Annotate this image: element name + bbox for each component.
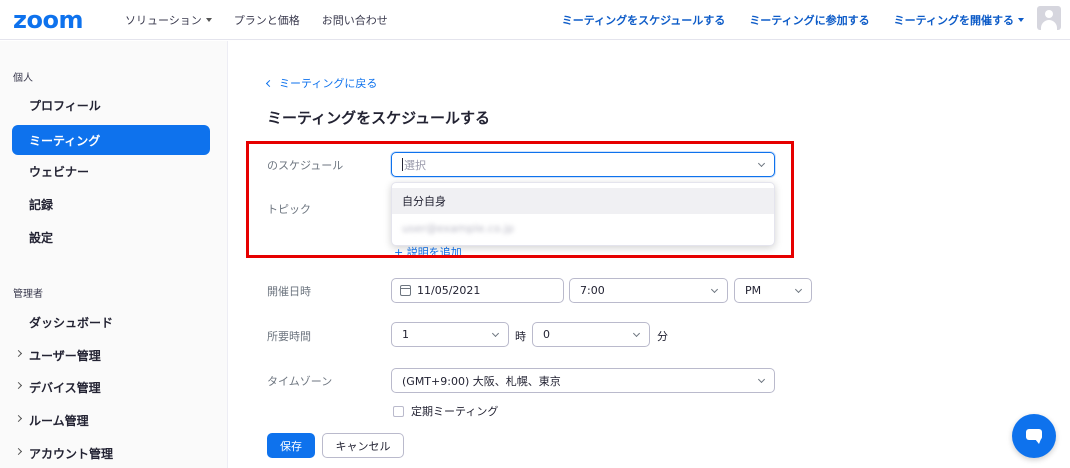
back-to-meetings-link[interactable]: ミーティングに戻る bbox=[265, 75, 378, 91]
recurring-checkbox[interactable] bbox=[393, 406, 404, 417]
back-link-label: ミーティングに戻る bbox=[279, 77, 378, 90]
avatar[interactable] bbox=[1037, 6, 1061, 30]
timezone-select[interactable]: (GMT+9:00) 大阪、札幌、東京 bbox=[391, 368, 775, 393]
chevron-down-icon bbox=[757, 375, 766, 384]
chevron-down-icon bbox=[710, 285, 719, 294]
nav-contact[interactable]: お問い合わせ bbox=[322, 12, 388, 28]
minutes-unit: 分 bbox=[657, 330, 668, 343]
caret-down-icon bbox=[205, 18, 212, 22]
recurring-label: 定期ミーティング bbox=[411, 405, 499, 418]
chevron-right-icon bbox=[14, 447, 23, 456]
nav-solutions-label: ソリューション bbox=[125, 14, 202, 27]
hours-unit: 時 bbox=[515, 330, 526, 343]
nav-left: ソリューション プランと価格 お問い合わせ bbox=[125, 0, 410, 40]
duration-minutes-value: 0 bbox=[543, 328, 550, 341]
sidebar-item-recordings[interactable]: 記録 bbox=[12, 189, 210, 219]
duration-label: 所要時間 bbox=[267, 330, 311, 343]
sidebar-item-label: ユーザー管理 bbox=[29, 348, 101, 363]
sidebar-item-device-management[interactable]: デバイス管理 bbox=[12, 372, 210, 402]
caret-down-icon bbox=[1018, 18, 1024, 22]
chat-button[interactable] bbox=[1012, 414, 1056, 458]
duration-minutes-select[interactable]: 0 bbox=[532, 322, 650, 347]
duration-hours-value: 1 bbox=[402, 328, 409, 341]
avatar-body-icon bbox=[1041, 20, 1057, 30]
main-content: ミーティングに戻る ミーティングをスケジュールする のスケジュール 選択 トピッ… bbox=[229, 41, 1070, 468]
nav-pricing[interactable]: プランと価格 bbox=[234, 12, 300, 28]
chevron-left-icon bbox=[265, 79, 274, 87]
sidebar-section-personal: 個人 bbox=[13, 73, 33, 84]
duration-hours-select[interactable]: 1 bbox=[391, 322, 509, 347]
sidebar-item-user-management[interactable]: ユーザー管理 bbox=[12, 340, 210, 370]
avatar-head-icon bbox=[1045, 10, 1053, 18]
nav-host-meeting[interactable]: ミーティングを開催する bbox=[894, 12, 1024, 28]
sidebar-section-admin: 管理者 bbox=[13, 289, 43, 300]
sidebar-item-label: アカウント管理 bbox=[29, 446, 114, 461]
nav-schedule-meeting[interactable]: ミーティングをスケジュールする bbox=[562, 12, 726, 28]
sidebar-item-dashboard[interactable]: ダッシュボード bbox=[12, 307, 210, 337]
page-title: ミーティングをスケジュールする bbox=[267, 109, 491, 127]
save-button[interactable]: 保存 bbox=[267, 433, 315, 458]
cancel-button[interactable]: キャンセル bbox=[322, 433, 404, 458]
sidebar-item-meetings[interactable]: ミーティング bbox=[12, 125, 210, 155]
calendar-icon bbox=[400, 285, 411, 296]
chat-bubble-tail-icon bbox=[1035, 439, 1041, 444]
zoom-logo[interactable]: zoom bbox=[13, 7, 83, 33]
nav-join-meeting[interactable]: ミーティングに参加する bbox=[749, 12, 869, 28]
ampm-select[interactable]: PM bbox=[734, 278, 812, 303]
sidebar: 個人 プロフィール ミーティング ウェビナー 記録 設定 管理者 ダッシュボード… bbox=[0, 41, 228, 468]
nav-right: ミーティングをスケジュールする ミーティングに参加する ミーティングを開催する bbox=[538, 0, 1024, 40]
datetime-label: 開催日時 bbox=[267, 285, 311, 298]
chevron-down-icon bbox=[794, 285, 803, 294]
sidebar-item-label: デバイス管理 bbox=[29, 380, 101, 395]
nav-host-meeting-label: ミーティングを開催する bbox=[893, 14, 1014, 27]
chevron-right-icon bbox=[14, 349, 23, 358]
date-value: 11/05/2021 bbox=[417, 284, 481, 297]
chevron-down-icon bbox=[491, 329, 500, 338]
date-input[interactable]: 11/05/2021 bbox=[391, 278, 564, 303]
nav-solutions[interactable]: ソリューション bbox=[125, 12, 212, 28]
chevron-down-icon bbox=[632, 329, 641, 338]
time-select[interactable]: 7:00 bbox=[569, 278, 728, 303]
sidebar-item-webinars[interactable]: ウェビナー bbox=[12, 156, 210, 186]
top-header: zoom ソリューション プランと価格 お問い合わせ ミーティングをスケジュール… bbox=[0, 0, 1070, 40]
chevron-right-icon bbox=[14, 381, 23, 390]
sidebar-item-profile[interactable]: プロフィール bbox=[12, 90, 210, 120]
highlight-box bbox=[246, 141, 794, 258]
chevron-right-icon bbox=[14, 414, 23, 423]
sidebar-item-settings[interactable]: 設定 bbox=[12, 222, 210, 252]
timezone-label: タイムゾーン bbox=[267, 375, 333, 388]
time-value: 7:00 bbox=[580, 284, 605, 297]
timezone-value: (GMT+9:00) 大阪、札幌、東京 bbox=[402, 374, 561, 388]
sidebar-item-account-management[interactable]: アカウント管理 bbox=[12, 438, 210, 468]
sidebar-item-room-management[interactable]: ルーム管理 bbox=[12, 405, 210, 435]
ampm-value: PM bbox=[745, 284, 762, 297]
sidebar-item-label: ルーム管理 bbox=[29, 413, 89, 428]
